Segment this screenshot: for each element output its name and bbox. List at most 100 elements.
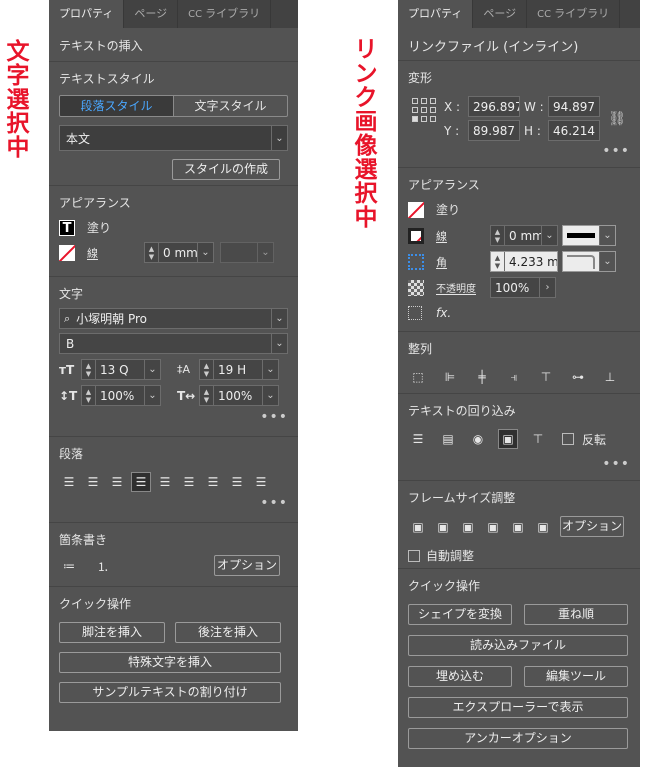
constrain-proportions-icon[interactable]: ⛓ bbox=[608, 111, 626, 127]
align-right-icon[interactable]: ☰ bbox=[107, 472, 127, 492]
drop-shadow-icon[interactable] bbox=[408, 306, 422, 320]
h-field[interactable]: 46.214 r bbox=[548, 120, 600, 141]
w-field[interactable]: 94.897 r bbox=[548, 96, 600, 117]
font-size-field[interactable]: ▲ ▼ 13 Q ⌄ bbox=[81, 359, 161, 380]
stroke-type-select[interactable]: ⌄ bbox=[562, 225, 616, 246]
paragraph-style-tab[interactable]: 段落スタイル bbox=[60, 96, 174, 116]
stepper-icon[interactable]: ▲ ▼ bbox=[145, 243, 159, 262]
justify-all-icon[interactable]: ☰ bbox=[203, 472, 223, 492]
font-family-select[interactable]: ⌕ 小塚明朝 Pro ⌄ bbox=[59, 308, 288, 329]
stepper-icon[interactable]: ▲ ▼ bbox=[82, 360, 96, 379]
vertical-scale-field[interactable]: ▲ ▼ 100% ⌄ bbox=[81, 385, 161, 406]
insert-footnote-button[interactable]: 脚注を挿入 bbox=[59, 622, 165, 643]
stroke-swatch-icon[interactable] bbox=[408, 227, 424, 244]
fill-frame-proportionally-icon[interactable]: ▣ bbox=[408, 517, 428, 537]
align-top-edges-icon[interactable]: ⊤ bbox=[536, 367, 556, 387]
align-away-spine-icon[interactable]: ☰ bbox=[251, 472, 271, 492]
tab-libraries[interactable]: CC ライブラリ bbox=[527, 0, 621, 28]
stroke-weight-field[interactable]: ▲ ▼ 0 mm ⌄ bbox=[490, 225, 558, 246]
left-quick-actions-section: クイック操作 脚注を挿入 後注を挿入 特殊文字を挿入 サンプルテキストの割り付け bbox=[49, 587, 298, 707]
leading-field[interactable]: ▲ ▼ 19 H ⌄ bbox=[199, 359, 279, 380]
effects-icon[interactable]: fx. bbox=[436, 306, 451, 320]
create-style-button[interactable]: スタイルの作成 bbox=[172, 159, 280, 180]
no-wrap-icon[interactable]: ☰ bbox=[408, 429, 428, 449]
numbered-list-icon[interactable]: ⒈ bbox=[93, 556, 113, 576]
font-style-select[interactable]: B ⌄ bbox=[59, 333, 288, 354]
content-aware-fit-icon[interactable]: ▣ bbox=[533, 517, 553, 537]
tab-pages[interactable]: ページ bbox=[473, 0, 528, 28]
transform-title: 変形 bbox=[408, 71, 433, 85]
character-style-tab[interactable]: 文字スタイル bbox=[174, 96, 287, 116]
reveal-in-explorer-button[interactable]: エクスプローラーで表示 bbox=[408, 697, 628, 718]
fit-frame-to-content-icon[interactable]: ▣ bbox=[458, 517, 478, 537]
embed-button[interactable]: 埋め込む bbox=[408, 666, 512, 687]
paragraph-section: 段落 ☰ ☰ ☰ ☰ ☰ ☰ ☰ ☰ ☰ ••• bbox=[49, 437, 298, 523]
align-right-edges-icon[interactable]: ⫣ bbox=[504, 367, 524, 387]
jump-object-icon[interactable]: ▣ bbox=[498, 429, 518, 449]
tab-pages[interactable]: ページ bbox=[124, 0, 179, 28]
opacity-label[interactable]: 不透明度 bbox=[436, 280, 486, 295]
frame-fitting-options-button[interactable]: オプション bbox=[560, 516, 624, 537]
align-horizontal-centers-icon[interactable]: ╪ bbox=[472, 367, 492, 387]
stroke-label[interactable]: 線 bbox=[87, 245, 98, 261]
more-options-icon[interactable]: ••• bbox=[260, 495, 288, 511]
auto-fit-checkbox[interactable] bbox=[408, 549, 420, 562]
fit-content-proportionally-icon[interactable]: ▣ bbox=[433, 517, 453, 537]
align-to-selection-icon[interactable]: ⬚ bbox=[408, 367, 428, 387]
corner-radius-field[interactable]: ▲ ▼ 4.233 m bbox=[490, 251, 558, 272]
convert-shape-button[interactable]: シェイプを変換 bbox=[408, 604, 512, 625]
justify-left-icon[interactable]: ☰ bbox=[131, 472, 151, 492]
y-field[interactable]: 89.987 r bbox=[468, 120, 520, 141]
align-spine-icon[interactable]: ☰ bbox=[227, 472, 247, 492]
anchor-options-button[interactable]: アンカーオプション bbox=[408, 728, 628, 749]
more-options-icon[interactable]: ••• bbox=[260, 409, 288, 425]
wrap-object-shape-icon[interactable]: ◉ bbox=[468, 429, 488, 449]
stepper-icon[interactable]: ▲ ▼ bbox=[491, 226, 505, 245]
wrap-bounding-box-icon[interactable]: ▤ bbox=[438, 429, 458, 449]
stepper-icon[interactable]: ▲ ▼ bbox=[200, 360, 214, 379]
align-left-edges-icon[interactable]: ⊫ bbox=[440, 367, 460, 387]
stepper-icon[interactable]: ▲ ▼ bbox=[200, 386, 214, 405]
invert-checkbox[interactable] bbox=[562, 433, 574, 445]
align-center-icon[interactable]: ☰ bbox=[83, 472, 103, 492]
justify-right-icon[interactable]: ☰ bbox=[179, 472, 199, 492]
more-options-icon[interactable]: ••• bbox=[602, 143, 630, 159]
align-bottom-edges-icon[interactable]: ⊥ bbox=[600, 367, 620, 387]
fill-placeholder-text-button[interactable]: サンプルテキストの割り付け bbox=[59, 682, 281, 703]
chevron-down-icon: ⌄ bbox=[257, 243, 273, 262]
tab-libraries[interactable]: CC ライブラリ bbox=[178, 0, 272, 28]
jump-next-column-icon[interactable]: ⊤ bbox=[528, 429, 548, 449]
corner-options-icon[interactable] bbox=[408, 253, 424, 270]
center-content-icon[interactable]: ▣ bbox=[508, 517, 528, 537]
stroke-swatch-icon[interactable] bbox=[59, 244, 75, 261]
more-options-icon[interactable]: ••• bbox=[602, 456, 630, 472]
fill-swatch-icon[interactable]: T bbox=[59, 219, 75, 236]
fit-content-to-frame-icon[interactable]: ▣ bbox=[483, 517, 503, 537]
arrange-button[interactable]: 重ね順 bbox=[524, 604, 628, 625]
justify-center-icon[interactable]: ☰ bbox=[155, 472, 175, 492]
corner-shape-select[interactable]: ⌄ bbox=[562, 251, 616, 272]
relink-button[interactable]: 読み込みファイル bbox=[408, 635, 628, 656]
align-title: 整列 bbox=[408, 342, 433, 356]
horizontal-scale-field[interactable]: ▲ ▼ 100% ⌄ bbox=[199, 385, 279, 406]
edit-with-button[interactable]: 編集ツール bbox=[524, 666, 628, 687]
align-vertical-centers-icon[interactable]: ⊶ bbox=[568, 367, 588, 387]
bullets-options-button[interactable]: オプション bbox=[214, 555, 280, 576]
stroke-type-select[interactable]: ⌄ bbox=[220, 242, 274, 263]
insert-endnote-button[interactable]: 後注を挿入 bbox=[175, 622, 281, 643]
style-select[interactable]: 本文 ⌄ bbox=[59, 125, 288, 151]
tab-properties[interactable]: プロパティ bbox=[49, 0, 125, 28]
stroke-label[interactable]: 線 bbox=[436, 228, 476, 244]
tab-properties[interactable]: プロパティ bbox=[398, 0, 474, 28]
stepper-icon[interactable]: ▲ ▼ bbox=[82, 386, 96, 405]
reference-point-icon[interactable] bbox=[412, 98, 436, 122]
stepper-icon[interactable]: ▲ ▼ bbox=[491, 252, 505, 271]
stroke-weight-field[interactable]: ▲ ▼ 0 mm ⌄ bbox=[144, 242, 214, 263]
x-field[interactable]: 296.897 bbox=[468, 96, 520, 117]
fill-swatch-icon[interactable] bbox=[408, 201, 424, 218]
corner-label[interactable]: 角 bbox=[436, 254, 476, 270]
insert-special-char-button[interactable]: 特殊文字を挿入 bbox=[59, 652, 281, 673]
opacity-field[interactable]: 100% › bbox=[490, 277, 556, 298]
bulleted-list-icon[interactable]: ≔ bbox=[59, 556, 79, 576]
align-left-icon[interactable]: ☰ bbox=[59, 472, 79, 492]
